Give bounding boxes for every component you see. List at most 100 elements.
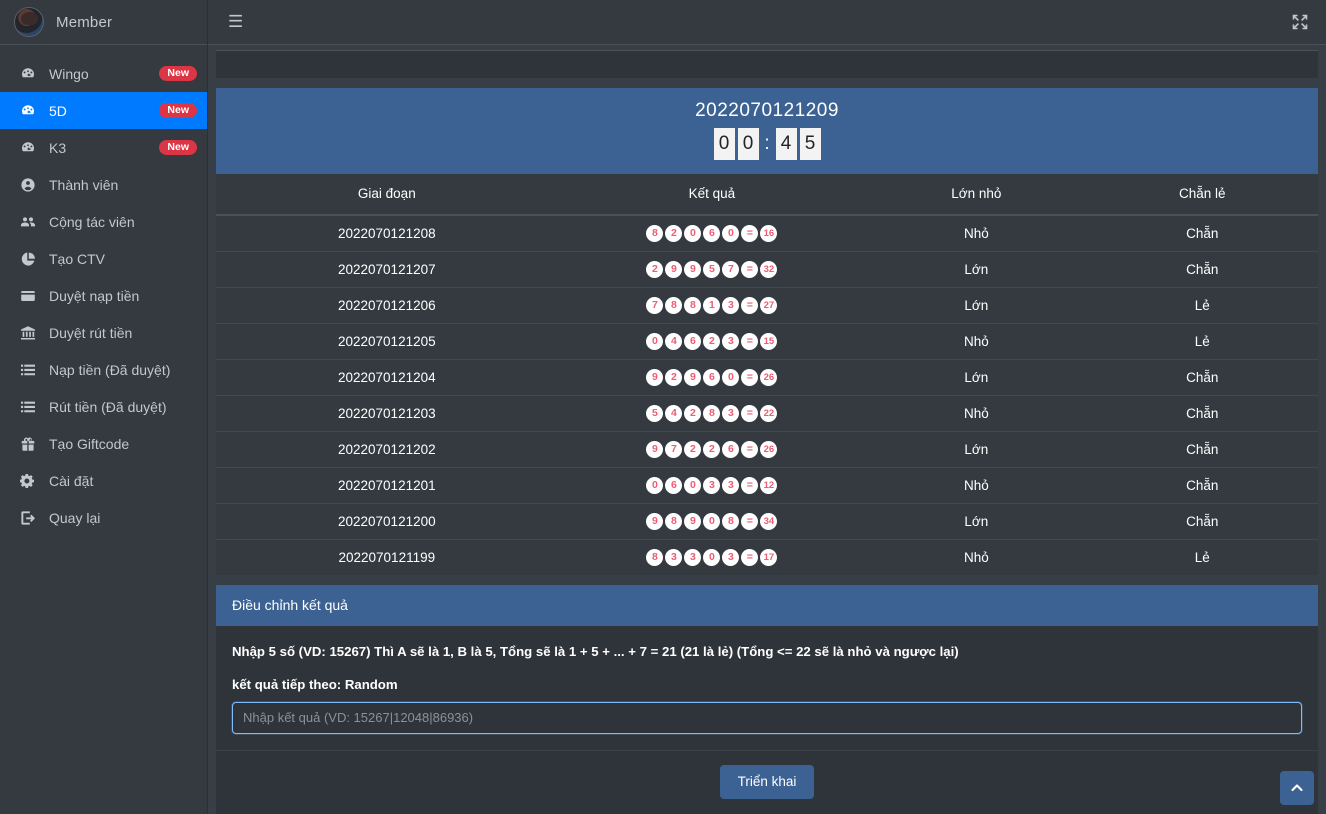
column-header-stage: Giai đoạn [216,174,558,215]
next-result-label: kết quả tiếp theo: Random [232,677,1302,692]
sidebar-item-t-o-giftcode[interactable]: Tạo Giftcode [0,425,207,462]
result-ball: 6 [684,333,701,350]
result-ball: 0 [703,549,720,566]
result-ball: 2 [684,441,701,458]
result-ball: 0 [722,369,739,386]
result-ball: 2 [703,441,720,458]
sidebar-item-k3[interactable]: K3New [0,129,207,166]
result-input[interactable] [232,702,1302,734]
result-ball: 0 [646,333,663,350]
result-ball: 3 [703,477,720,494]
countdown-digit: 5 [800,128,821,160]
sidebar-brand[interactable]: Member [0,0,207,45]
column-header-size: Lớn nhỏ [866,174,1086,215]
sidebar-item-c-i-t[interactable]: Cài đặt [0,462,207,499]
sidebar-item-label: Duyệt nạp tiền [49,288,197,304]
result-ball: 6 [665,477,682,494]
submit-button[interactable]: Triển khai [720,765,815,799]
equals-ball: = [741,333,758,350]
cell-result: 97226=26 [558,431,867,467]
sidebar-item-label: Tạo CTV [49,251,197,267]
list-icon [18,362,38,378]
result-balls: 83303=17 [558,549,867,566]
table-row: 202207012120098908=34LớnChẵn [216,503,1318,539]
result-ball: 7 [665,441,682,458]
hamburger-icon[interactable]: ☰ [228,13,243,30]
equals-ball: = [741,441,758,458]
sum-ball: 16 [760,225,777,242]
cell-size: Nhỏ [866,467,1086,503]
cell-stage: 2022070121203 [216,395,558,431]
adjust-hint-text: Nhập 5 số (VD: 15267) Thì A sẽ là 1, B l… [232,644,1302,659]
chevron-up-icon [1290,781,1304,795]
sidebar-item-r-t-ti-n-duy-t[interactable]: Rút tiền (Đã duyệt) [0,388,207,425]
app-root: Member Wingo New 5DNewK3NewThành viênCộng … [0,0,1326,814]
expand-icon[interactable] [1292,14,1308,30]
adjust-panel-body: Nhập 5 số (VD: 15267) Thì A sẽ là 1, B l… [216,626,1318,750]
result-ball: 2 [665,369,682,386]
equals-ball: = [741,297,758,314]
result-balls: 04623=15 [558,333,867,350]
cell-size: Nhỏ [866,215,1086,252]
sidebar-item-c-ng-t-c-vi-n[interactable]: Cộng tác viên [0,203,207,240]
cell-result: 78813=27 [558,287,867,323]
sidebar-item-t-o-ctv[interactable]: Tạo CTV [0,240,207,277]
result-ball: 9 [646,441,663,458]
result-ball: 0 [646,477,663,494]
scroll-to-top-button[interactable] [1280,771,1314,805]
result-ball: 9 [684,369,701,386]
cell-size: Nhỏ [866,323,1086,359]
cell-parity: Chẵn [1087,467,1318,503]
cell-size: Nhỏ [866,539,1086,575]
result-ball: 8 [646,225,663,242]
cell-result: 06033=12 [558,467,867,503]
result-ball: 2 [646,261,663,278]
sidebar-item-duy-t-n-p-ti-n[interactable]: Duyệt nạp tiền [0,277,207,314]
sidebar-item-wingo[interactable]: Wingo New [0,55,207,92]
sidebar-item-badge: New [159,66,197,82]
result-ball: 3 [722,333,739,350]
sidebar-item-n-p-ti-n-duy-t[interactable]: Nạp tiền (Đã duyệt) [0,351,207,388]
sidebar-item-duy-t-r-t-ti-n[interactable]: Duyệt rút tiền [0,314,207,351]
gauge-icon [18,66,38,82]
result-ball: 3 [665,549,682,566]
gauge-icon [18,103,38,119]
cell-size: Lớn [866,503,1086,539]
cell-parity: Chẵn [1087,359,1318,395]
sidebar-item-quay-l-i[interactable]: Quay lại [0,499,207,536]
result-ball: 9 [646,513,663,530]
content-scroll: 2022070121209 00:45 Giai đoạn Kết quả Lớ… [208,45,1326,814]
result-ball: 6 [703,225,720,242]
result-ball: 0 [684,477,701,494]
result-ball: 8 [722,513,739,530]
adjust-panel-title: Điều chỉnh kết quả [216,585,1318,626]
main-area: ☰ 2022070121209 00:45 Giai đoạn [208,0,1326,814]
sidebar-item-label: Wingo [49,66,148,82]
sidebar-item-th-nh-vi-n[interactable]: Thành viên [0,166,207,203]
avatar [14,7,44,37]
sidebar-item-5d[interactable]: 5DNew [0,92,207,129]
equals-ball: = [741,261,758,278]
cell-stage: 2022070121201 [216,467,558,503]
result-ball: 4 [665,405,682,422]
result-ball: 2 [684,405,701,422]
sidebar-item-label: Rút tiền (Đã duyệt) [49,399,197,415]
result-ball: 6 [703,369,720,386]
sum-ball: 15 [760,333,777,350]
cell-parity: Lẻ [1087,287,1318,323]
result-ball: 9 [684,261,701,278]
result-ball: 3 [684,549,701,566]
result-ball: 8 [665,297,682,314]
cell-parity: Chẵn [1087,251,1318,287]
result-ball: 0 [703,513,720,530]
cell-stage: 2022070121207 [216,251,558,287]
result-ball: 3 [722,405,739,422]
result-ball: 8 [703,405,720,422]
result-ball: 8 [646,549,663,566]
cell-size: Lớn [866,287,1086,323]
result-ball: 3 [722,549,739,566]
pie-chart-icon [18,251,38,267]
result-ball: 9 [646,369,663,386]
table-header-row: Giai đoạn Kết quả Lớn nhỏ Chẵn lẻ [216,174,1318,215]
result-balls: 82060=16 [558,225,867,242]
